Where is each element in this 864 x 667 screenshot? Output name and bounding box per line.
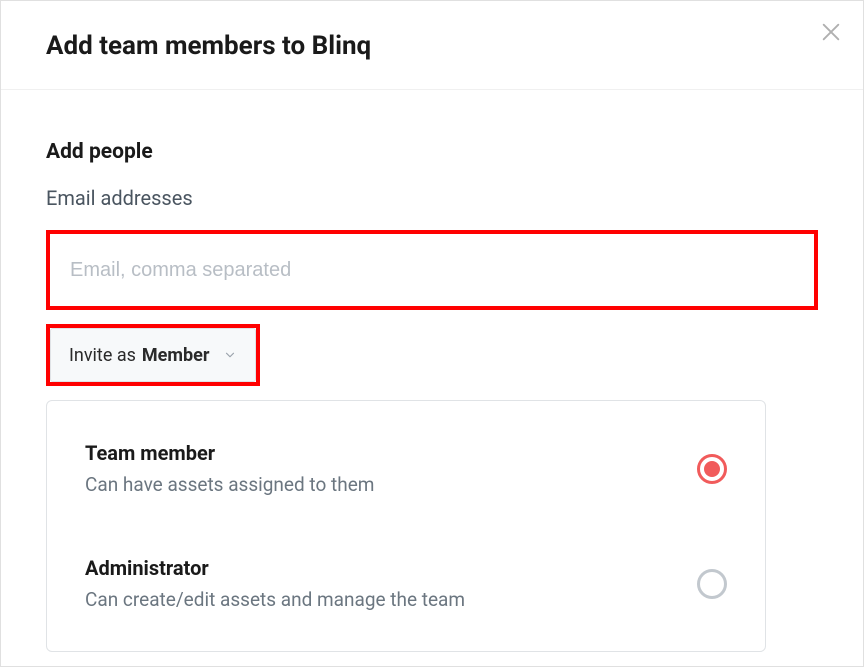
dropdown-role: Member <box>142 345 210 366</box>
email-input[interactable] <box>50 234 814 306</box>
dropdown-prefix: Invite as <box>69 345 136 366</box>
close-icon <box>820 21 842 46</box>
radio-selected[interactable] <box>697 454 727 484</box>
role-dropdown-highlight: Invite as Member <box>46 324 260 386</box>
option-text: Team member Can have assets assigned to … <box>85 441 697 496</box>
section-title: Add people <box>46 140 818 164</box>
option-title: Administrator <box>85 556 697 580</box>
option-administrator[interactable]: Administrator Can create/edit assets and… <box>47 526 765 641</box>
close-button[interactable] <box>817 19 845 47</box>
chevron-down-icon <box>223 348 237 362</box>
option-desc: Can have assets assigned to them <box>85 473 697 496</box>
email-input-highlight <box>46 230 818 310</box>
option-text: Administrator Can create/edit assets and… <box>85 556 697 611</box>
role-dropdown[interactable]: Invite as Member <box>50 328 256 382</box>
radio-unselected[interactable] <box>697 569 727 599</box>
role-options-panel: Team member Can have assets assigned to … <box>46 400 766 652</box>
modal-title: Add team members to Blinq <box>46 31 818 61</box>
add-team-modal: Add team members to Blinq Add people Ema… <box>0 0 864 667</box>
radio-dot-icon <box>704 461 720 477</box>
option-desc: Can create/edit assets and manage the te… <box>85 588 697 611</box>
option-team-member[interactable]: Team member Can have assets assigned to … <box>47 411 765 526</box>
modal-header: Add team members to Blinq <box>1 1 863 90</box>
modal-body: Add people Email addresses Invite as Mem… <box>1 90 863 652</box>
email-label: Email addresses <box>46 186 818 210</box>
option-title: Team member <box>85 441 697 465</box>
